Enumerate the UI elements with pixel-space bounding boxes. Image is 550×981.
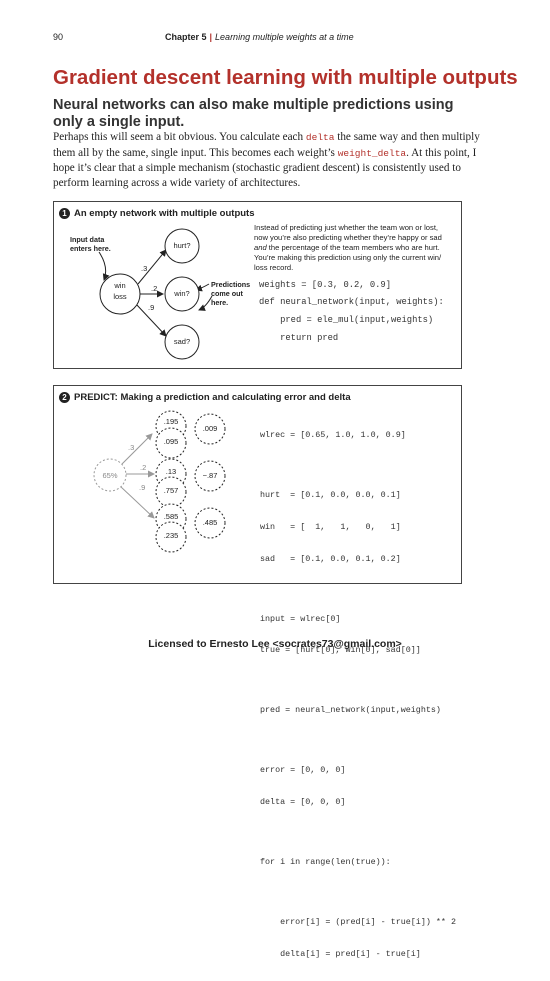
note-pred-line-3: here.: [211, 298, 229, 307]
delta-value-1: .009: [202, 424, 218, 433]
code-line: wlrec = [0.65, 1.0, 1.0, 0.9]: [260, 430, 406, 441]
code-line: hurt = [0.1, 0.0, 0.0, 0.1]: [260, 490, 401, 501]
note-pred-line-2: come out: [211, 289, 243, 298]
code-weights: weights = [0.3, 0.2, 0.9]: [259, 280, 391, 290]
intro-paragraph: Perhaps this will seem a bit obvious. Yo…: [53, 130, 498, 190]
weight-label-1: .3: [141, 264, 148, 273]
license-footer: Licensed to Ernesto Lee <socrates73@gmai…: [148, 638, 402, 650]
weight-2-label-3: .9: [139, 483, 146, 492]
note-predictions: Predictions come out here.: [211, 280, 250, 307]
desc-emphasis-and: and: [254, 243, 267, 252]
pred-value-2: .13: [165, 467, 177, 476]
output-label-sad: sad?: [173, 337, 191, 346]
chapter-title: Learning multiple weights at a time: [215, 32, 354, 42]
figure-predict-error-delta: 2 PREDICT: Making a prediction and calcul…: [53, 385, 462, 959]
figure-empty-network: 1 An empty network with multiple outputs …: [53, 201, 462, 369]
true-value-2: .757: [163, 486, 179, 495]
note-input: Input data enters here.: [70, 235, 111, 253]
delta-value-3: .485: [202, 518, 218, 527]
intro-code-delta: delta: [305, 132, 335, 143]
code-pred-line: pred = ele_mul(input,weights): [259, 315, 434, 325]
note-pred-line-1: Predictions: [211, 280, 251, 289]
true-value-1: .095: [163, 437, 179, 446]
code-line: error[i] = (pred[i] - true[i]) ** 2: [260, 917, 457, 928]
code-line: win = [ 1, 1, 0, 1]: [260, 521, 401, 532]
code-line: sad = [0.1, 0.0, 0.1, 0.2]: [260, 553, 401, 564]
note-input-line-2: enters here.: [70, 244, 111, 253]
true-value-3: .235: [163, 531, 179, 540]
page-number: 90: [53, 32, 64, 42]
input-node-label: win loss: [110, 280, 130, 302]
desc-line-2: now you’re also predicting whether they’…: [254, 233, 442, 242]
running-header: Chapter 5 | Learning multiple weights at a…: [165, 32, 354, 42]
code-line: for i in range(len(true)):: [260, 857, 391, 868]
output-label-hurt: hurt?: [173, 241, 191, 250]
figure-1-description: Instead of predicting just whether the t…: [254, 223, 459, 273]
edge-input-pred-1: [121, 433, 153, 465]
code-line: pred = neural_network(input,weights): [260, 705, 441, 716]
intro-code-weight-delta: weight_delta: [337, 147, 407, 159]
pred-value-1: .195: [163, 417, 179, 426]
edge-input-pred-3: [119, 485, 155, 519]
desc-line-5: loss record.: [254, 263, 294, 272]
note-input-line-1: Input data: [70, 235, 105, 244]
output-label-win: win?: [174, 289, 190, 298]
desc-line-3: and the percentage of the team members w…: [254, 243, 459, 253]
delta-value-2: −.87: [202, 471, 218, 480]
code-line: input = wlrec[0]: [260, 613, 341, 624]
input-pointer-arrow: [98, 251, 110, 281]
input-label-loss: loss: [113, 292, 127, 301]
weight-label-3: .9: [148, 303, 155, 312]
weight-2-label-2: .2: [140, 463, 147, 472]
desc-line-3-text: the percentage of the team members who a…: [266, 243, 440, 252]
code-line: error = [0, 0, 0]: [260, 765, 346, 776]
desc-line-1: Instead of predicting just whether the t…: [254, 223, 439, 232]
network-diagram-2: [93, 410, 226, 553]
weight-label-2: .2: [151, 284, 158, 293]
code-block-predict: wlrec = [0.65, 1.0, 1.0, 0.9] hurt = [0.…: [260, 409, 456, 981]
input-label-win: win: [114, 281, 126, 290]
weight-2-label-1: .3: [128, 443, 135, 452]
code-line: delta = [0, 0, 0]: [260, 797, 346, 808]
code-def-network: def neural_network(input, weights):: [259, 297, 444, 307]
input-value-label: 65%: [102, 471, 118, 480]
intro-text-1: Perhaps this will seem a bit obvious. Yo…: [53, 131, 306, 143]
section-subtitle: Neural networks can also make multiple p…: [53, 97, 454, 130]
desc-line-4: You’re making this prediction using only…: [254, 253, 442, 262]
section-title: Gradient descent learning with multiple …: [53, 66, 518, 89]
code-return-line: return pred: [259, 333, 339, 343]
chapter-label: Chapter 5: [165, 32, 207, 42]
header-divider: |: [209, 32, 213, 42]
code-line: delta[i] = pred[i] - true[i]: [260, 948, 421, 959]
pred-value-3: .585: [163, 512, 179, 521]
